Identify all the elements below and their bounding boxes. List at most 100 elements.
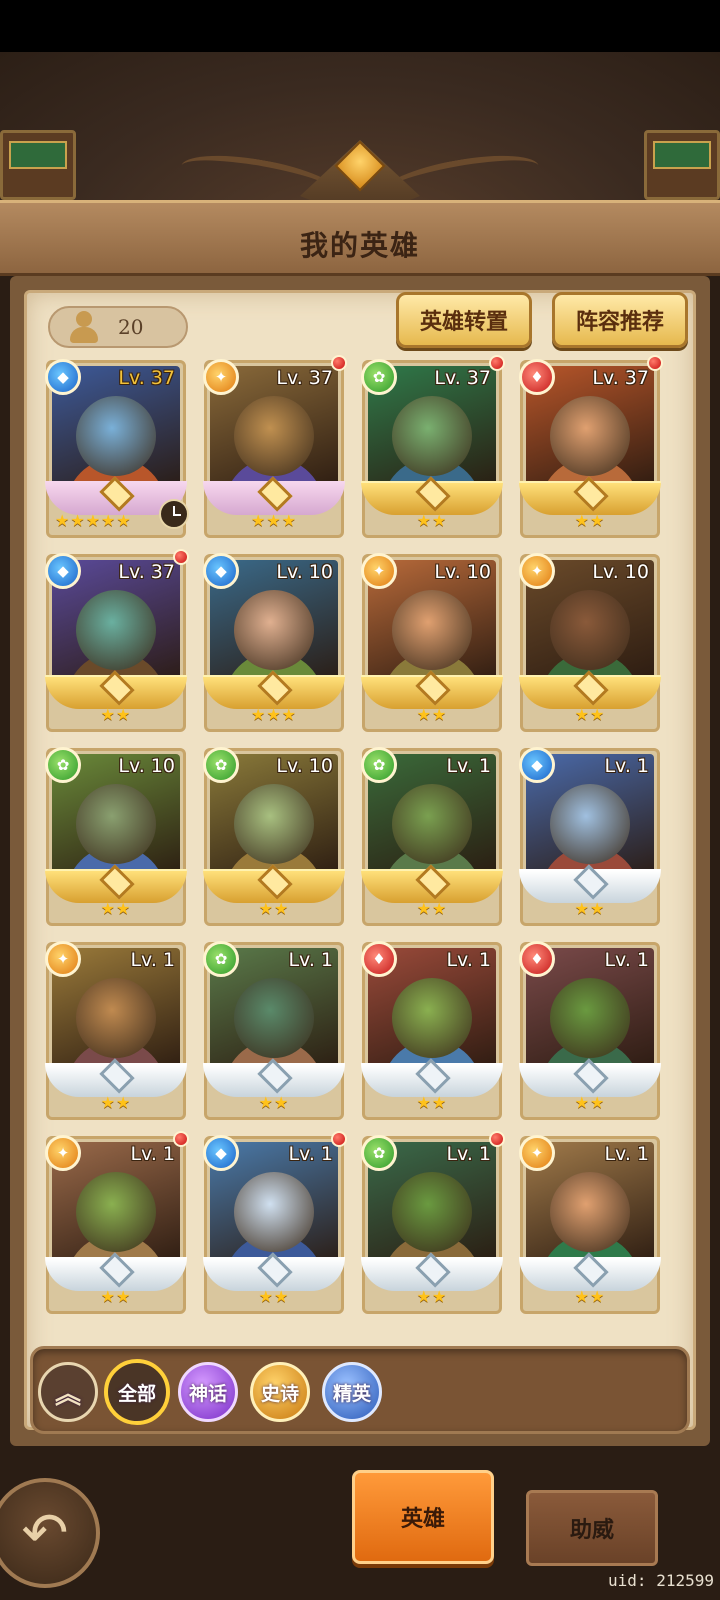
notification-dot	[331, 1131, 347, 1147]
filter-all-button[interactable]: 全部	[104, 1359, 170, 1425]
hero-card[interactable]: Lv. 10 ✿ ★★	[45, 747, 187, 926]
hero-level: Lv. 1	[288, 1143, 333, 1165]
hero-level: Lv. 1	[130, 949, 175, 971]
hero-card[interactable]: Lv. 1 ♦ ★★	[361, 941, 503, 1120]
star-rating: ★★	[574, 705, 606, 724]
notification-dot	[647, 355, 663, 371]
star-rating: ★★	[100, 1093, 132, 1112]
hero-card[interactable]: Lv. 1 ✿ ★★	[361, 1131, 505, 1314]
star-rating: ★★★	[250, 511, 298, 530]
water-element-icon: ◆	[203, 553, 239, 589]
filter-epic-button[interactable]: 史诗	[250, 1362, 310, 1422]
hero-card[interactable]: Lv. 37 ◆ ★★	[45, 549, 189, 732]
notification-dot	[173, 1131, 189, 1147]
nature-element-icon: ✿	[203, 747, 239, 783]
hero-card[interactable]: Lv. 10 ✿ ★★	[203, 747, 345, 926]
double-chevron-up-icon[interactable]: ︽	[38, 1362, 98, 1422]
star-rating: ★★	[100, 1287, 132, 1306]
filter-mythic-button[interactable]: 神话	[178, 1362, 238, 1422]
light-element-icon: ✦	[45, 1135, 81, 1171]
star-rating: ★★	[100, 899, 132, 918]
notification-dot	[173, 549, 189, 565]
light-element-icon: ✦	[45, 941, 81, 977]
hero-level: Lv. 10	[118, 755, 175, 777]
hero-figure	[234, 784, 314, 864]
notification-dot	[331, 355, 347, 371]
hero-level: Lv. 10	[276, 755, 333, 777]
light-element-icon: ✦	[519, 553, 555, 589]
hero-level: Lv. 37	[592, 367, 649, 389]
star-rating: ★★	[258, 899, 290, 918]
hero-figure	[76, 590, 156, 670]
hero-card[interactable]: Lv. 1 ✦ ★★	[519, 1135, 661, 1314]
water-element-icon: ◆	[45, 359, 81, 395]
hero-figure	[392, 396, 472, 476]
star-rating: ★★	[258, 1093, 290, 1112]
hero-level: Lv. 1	[604, 949, 649, 971]
hero-card[interactable]: Lv. 1 ♦ ★★	[519, 941, 661, 1120]
star-rating: ★★	[574, 1093, 606, 1112]
hero-level: Lv. 1	[446, 755, 491, 777]
fire-element-icon: ♦	[519, 359, 555, 395]
hero-card[interactable]: Lv. 37 ♦ ★★	[519, 355, 663, 538]
star-rating: ★★	[416, 511, 448, 530]
hero-card[interactable]: Lv. 1 ◆ ★★	[203, 1131, 347, 1314]
hero-figure	[234, 396, 314, 476]
hero-level: Lv. 1	[446, 949, 491, 971]
tab-assist[interactable]: 助威	[526, 1490, 658, 1566]
star-rating: ★★	[574, 511, 606, 530]
hero-level: Lv. 37	[118, 367, 175, 389]
hero-screen: 我的英雄 20 英雄转置 阵容推荐 Lv. 37 ◆ ★★★★★ Lv. 37 ✦ ★★★…	[0, 0, 720, 1600]
hero-card[interactable]: Lv. 1 ✿ ★★	[361, 747, 503, 926]
hero-level: Lv. 37	[434, 367, 491, 389]
person-body	[70, 327, 98, 343]
star-rating: ★★	[416, 705, 448, 724]
hero-figure	[550, 1172, 630, 1252]
water-element-icon: ◆	[45, 553, 81, 589]
lineup-recommend-button[interactable]: 阵容推荐	[552, 292, 688, 348]
clock-icon	[159, 499, 189, 529]
hero-figure	[76, 1172, 156, 1252]
hero-grid: Lv. 37 ◆ ★★★★★ Lv. 37 ✦ ★★★ Lv. 37 ✿ ★★ Lv. 37 ♦ ★★…	[45, 355, 676, 1320]
hero-count: 20	[118, 315, 144, 339]
hero-level: Lv. 1	[446, 1143, 491, 1165]
tab-hero[interactable]: 英雄	[352, 1470, 494, 1564]
hero-card[interactable]: Lv. 10 ✦ ★★	[361, 553, 503, 732]
hero-level: Lv. 10	[434, 561, 491, 583]
person-head	[76, 311, 92, 327]
hero-figure	[76, 978, 156, 1058]
hero-level: Lv. 37	[118, 561, 175, 583]
hero-level: Lv. 1	[288, 949, 333, 971]
hero-level: Lv. 10	[276, 561, 333, 583]
person-icon	[64, 307, 104, 347]
nature-element-icon: ✿	[361, 359, 397, 395]
hero-transfer-button[interactable]: 英雄转置	[396, 292, 532, 348]
fire-element-icon: ♦	[519, 941, 555, 977]
hero-card[interactable]: Lv. 37 ◆ ★★★★★	[45, 359, 189, 538]
water-element-icon: ◆	[203, 1135, 239, 1171]
left-pillar-decoration	[0, 130, 76, 200]
hero-card[interactable]: Lv. 37 ✿ ★★	[361, 355, 505, 538]
hero-figure	[234, 978, 314, 1058]
filter-elite-button[interactable]: 精英	[322, 1362, 382, 1422]
hero-figure	[76, 784, 156, 864]
hero-level: Lv. 10	[592, 561, 649, 583]
hero-figure	[392, 590, 472, 670]
hero-card[interactable]: Lv. 1 ✿ ★★	[203, 941, 345, 1120]
right-pillar-decoration	[644, 130, 720, 200]
star-rating: ★★	[574, 1287, 606, 1306]
hero-card[interactable]: Lv. 1 ✦ ★★	[45, 941, 187, 1120]
hero-card[interactable]: Lv. 1 ✦ ★★	[45, 1131, 189, 1314]
hero-figure	[550, 396, 630, 476]
hero-figure	[392, 978, 472, 1058]
hero-card[interactable]: Lv. 37 ✦ ★★★	[203, 355, 347, 538]
star-rating: ★★★	[250, 705, 298, 724]
hero-card[interactable]: Lv. 10 ◆ ★★★	[203, 553, 345, 732]
hero-count-badge: 20	[48, 306, 188, 348]
nature-element-icon: ✿	[361, 1135, 397, 1171]
hero-figure	[234, 590, 314, 670]
hero-card[interactable]: Lv. 10 ✦ ★★	[519, 553, 661, 732]
hero-card[interactable]: Lv. 1 ◆ ★★	[519, 747, 661, 926]
page-title: 我的英雄	[299, 229, 420, 262]
light-element-icon: ✦	[203, 359, 239, 395]
